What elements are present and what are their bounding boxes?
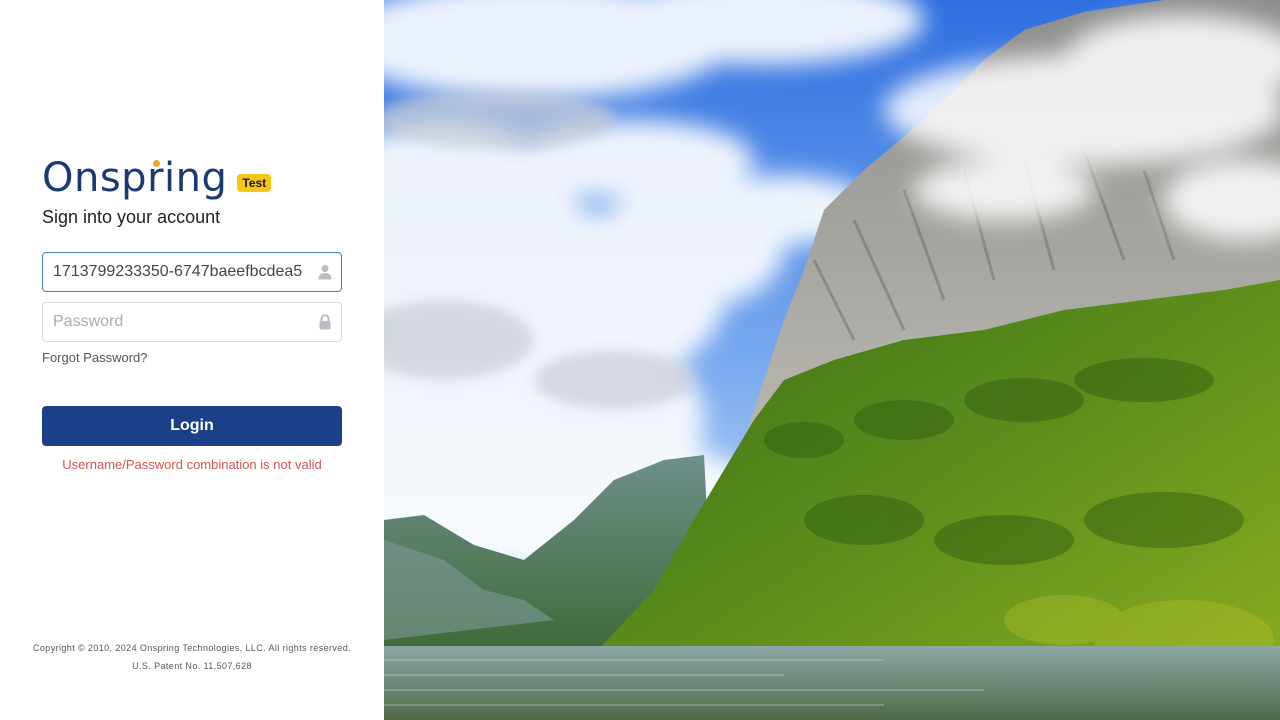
error-message: Username/Password combination is not val… xyxy=(62,457,322,472)
logo-wordmark: Onspring xyxy=(42,155,228,201)
fjord-landscape-image xyxy=(384,0,1280,720)
login-panel: Onspring Test Sign into your account For… xyxy=(0,0,384,720)
lock-icon xyxy=(319,314,331,330)
environment-badge: Test xyxy=(237,174,272,192)
background-photo xyxy=(384,0,1280,720)
forgot-password-link[interactable]: Forgot Password? xyxy=(42,350,148,366)
copyright-text: Copyright © 2010, 2024 Onspring Technolo… xyxy=(32,643,352,653)
page-title: Sign into your account xyxy=(42,207,221,227)
login-button[interactable]: Login xyxy=(42,406,342,446)
username-input[interactable] xyxy=(53,254,309,290)
password-field[interactable] xyxy=(42,302,342,342)
password-input[interactable] xyxy=(53,304,309,340)
logo-accent-dot xyxy=(153,160,160,167)
username-field[interactable] xyxy=(42,252,342,292)
patent-text: U.S. Patent No. 11,507,628 xyxy=(132,661,252,671)
user-icon xyxy=(318,264,332,280)
onspring-logo: Onspring Test xyxy=(42,150,272,201)
